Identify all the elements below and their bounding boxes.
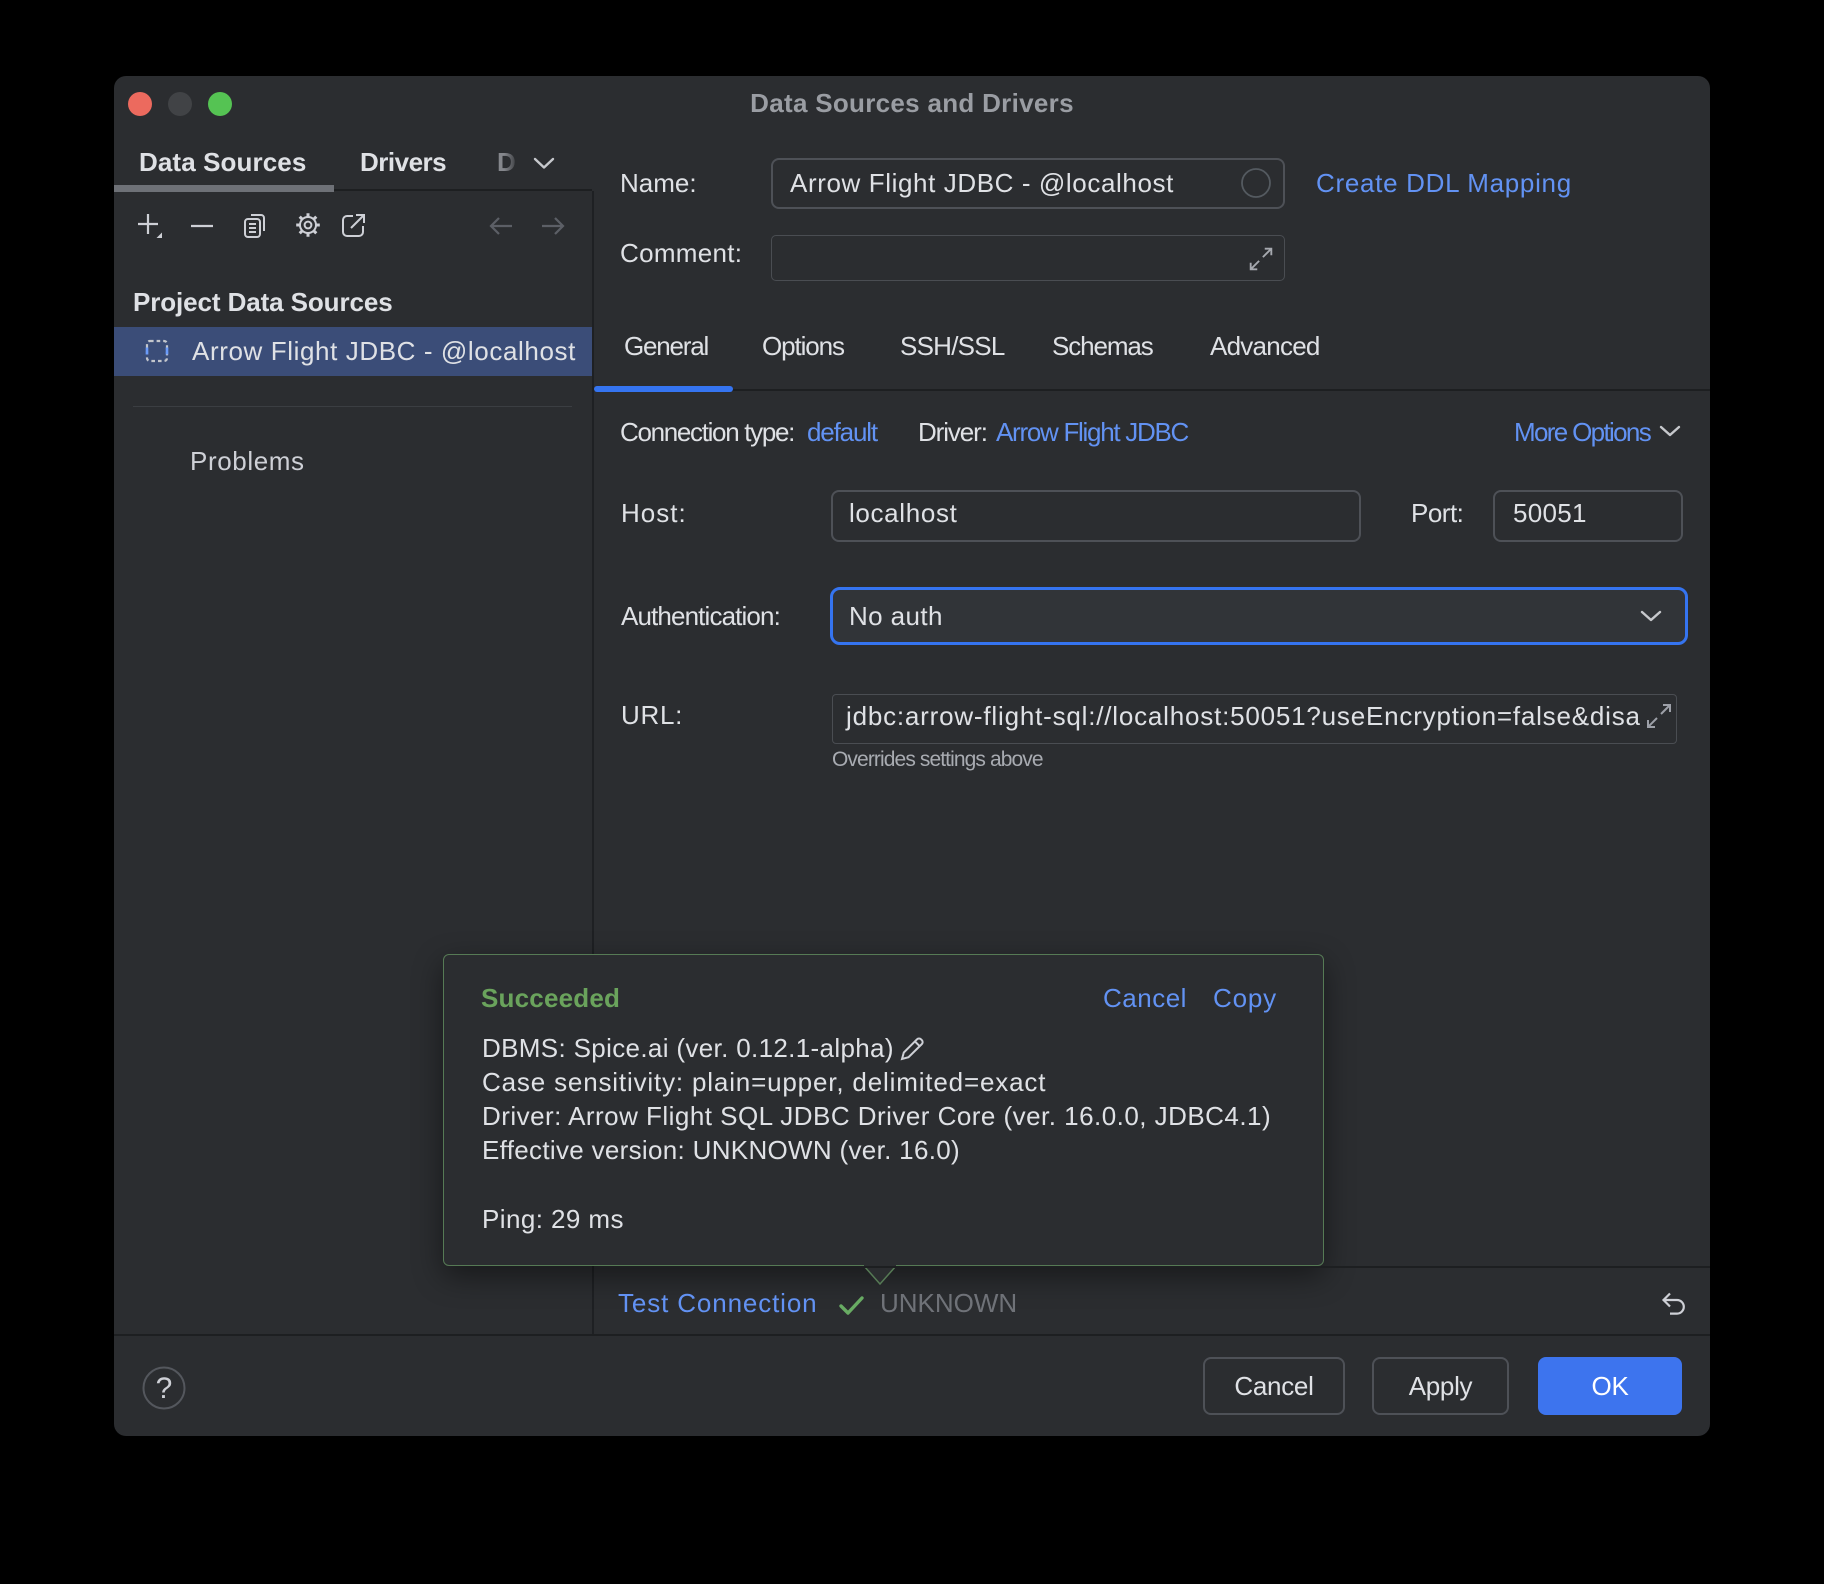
svg-text:?: ? (156, 1372, 173, 1405)
